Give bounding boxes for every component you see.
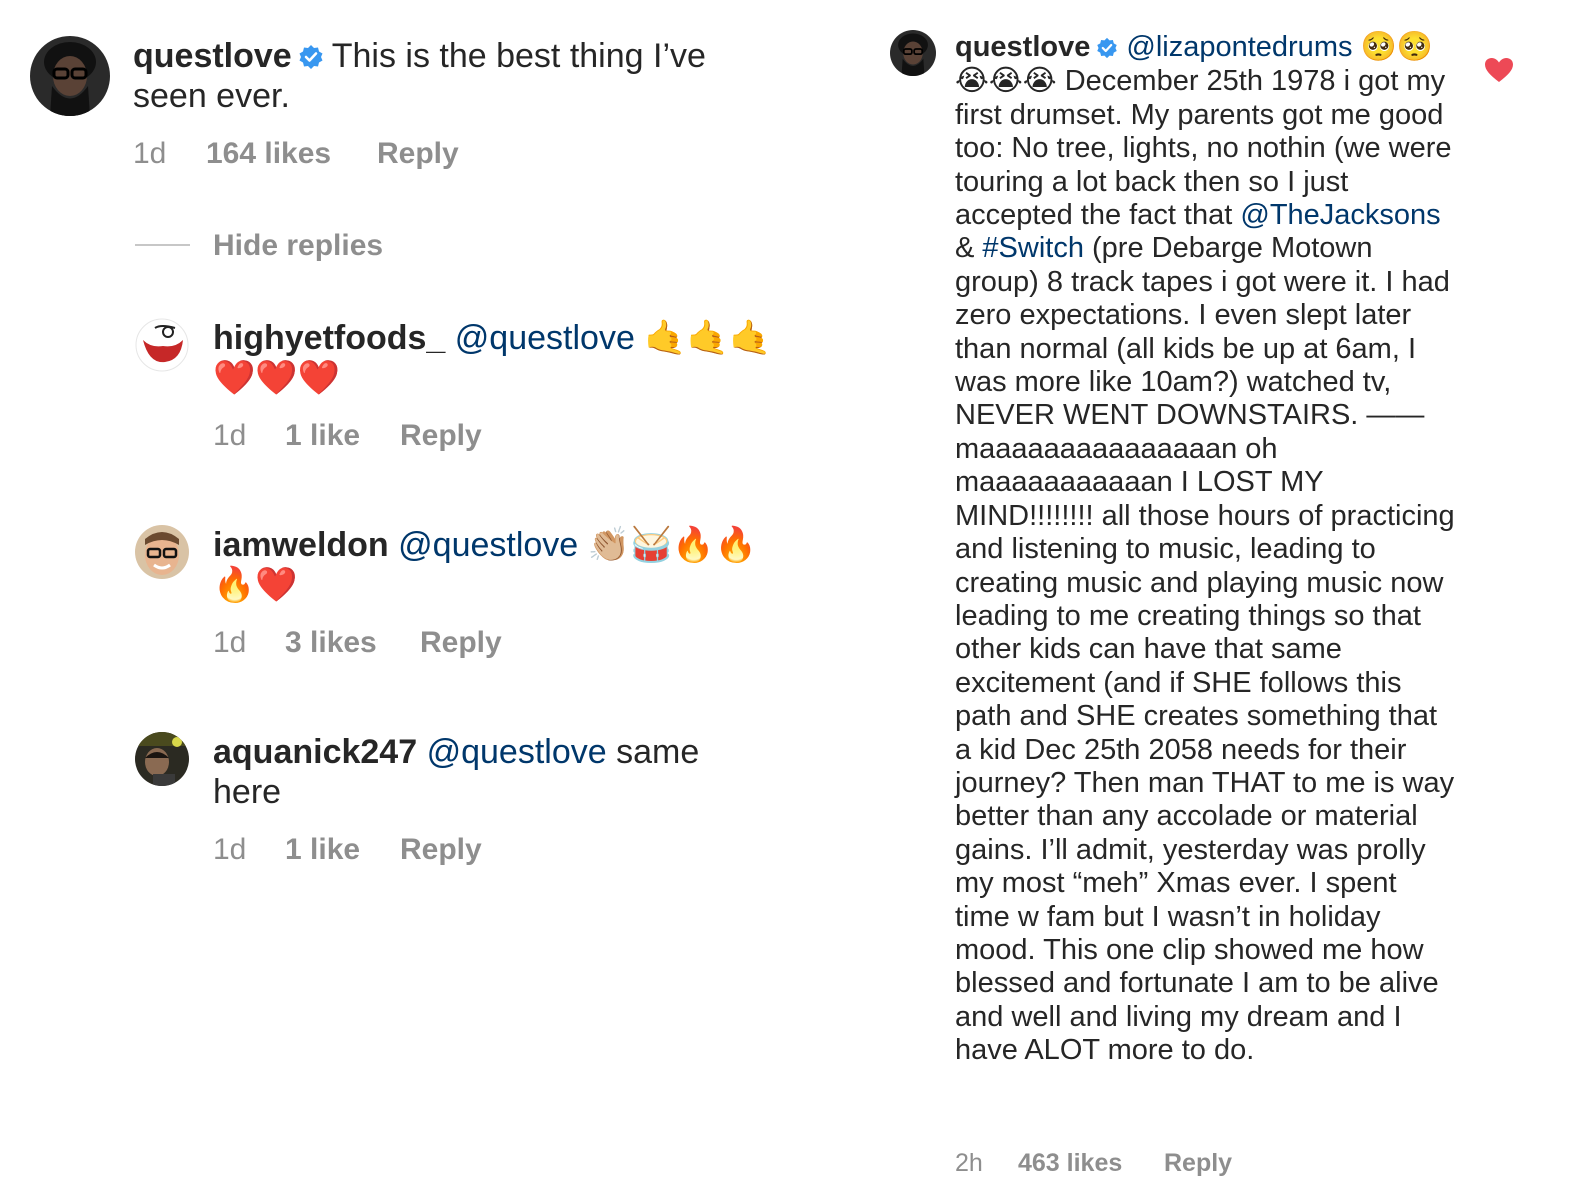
likes-count[interactable]: 1 like [285,832,400,868]
ampersand-text: & [955,232,975,265]
comment-right: questlove @lizapontedrums 🥺🥺😭😭😭 December … [955,29,1455,1068]
mention-link[interactable]: @TheJacksons [1240,199,1440,231]
mention-link[interactable]: @questlove [455,319,635,357]
comment-time[interactable]: 1d [213,625,285,661]
hide-replies-button[interactable]: Hide replies [213,228,383,264]
username-link[interactable]: questlove [133,37,292,75]
reply-button[interactable]: Reply [420,625,502,661]
reply-comment: highyetfoods_ @questlove 🤙🤙🤙❤️❤️❤️ [213,318,773,398]
avatar-iamweldon-image [135,525,189,579]
comment-main: questlove This is the best thing I’ve see… [133,36,773,116]
comment-meta: 1d 1 like Reply [213,418,482,454]
avatar-questlove-image [890,30,936,76]
divider-line [135,244,190,246]
hashtag-link[interactable]: #Switch [982,232,1084,264]
comment-time[interactable]: 2h [955,1148,1018,1178]
mention-link[interactable]: @questlove [427,733,607,771]
reply-button[interactable]: Reply [400,832,482,868]
username-link[interactable]: highyetfoods_ [213,319,445,357]
reply-comment: aquanick247 @questlove same here [213,732,753,812]
comment-meta: 1d 164 likes Reply [133,136,459,172]
avatar-questlove-image [30,36,110,116]
username-link[interactable]: questlove [955,31,1090,63]
comment-meta: 1d 3 likes Reply [213,625,502,661]
comment-time[interactable]: 1d [213,832,285,868]
comment-meta: 1d 1 like Reply [213,832,482,868]
reply-button[interactable]: Reply [1164,1148,1232,1178]
reply-button[interactable]: Reply [400,418,482,454]
username-link[interactable]: iamweldon [213,526,389,564]
mention-link[interactable]: @questlove [398,526,578,564]
avatar-highyetfoods-image [135,318,189,372]
avatar[interactable] [135,525,189,579]
likes-count[interactable]: 3 likes [285,625,420,661]
reply-comment: iamweldon @questlove 👏🏼🥁🔥🔥🔥❤️ [213,525,773,605]
verified-badge-icon [298,44,324,70]
likes-count[interactable]: 164 likes [206,136,377,172]
likes-count[interactable]: 1 like [285,418,400,454]
heart-icon[interactable] [1484,57,1514,83]
mention-link[interactable]: @lizapontedrums [1126,31,1352,63]
avatar[interactable] [135,318,189,372]
comment-meta: 2h 463 likes Reply [955,1148,1232,1178]
comment-body-part2: (pre Debarge Motown group) 8 track tapes… [955,232,1455,1067]
avatar-aquanick247-image [135,732,189,786]
comment-time[interactable]: 1d [133,136,206,172]
reply-button[interactable]: Reply [377,136,459,172]
username-link[interactable]: aquanick247 [213,733,417,771]
avatar[interactable] [135,732,189,786]
likes-count[interactable]: 463 likes [1018,1148,1164,1178]
comment-time[interactable]: 1d [213,418,285,454]
verified-badge-icon [1096,37,1118,59]
avatar[interactable] [30,36,110,116]
avatar[interactable] [890,30,936,76]
